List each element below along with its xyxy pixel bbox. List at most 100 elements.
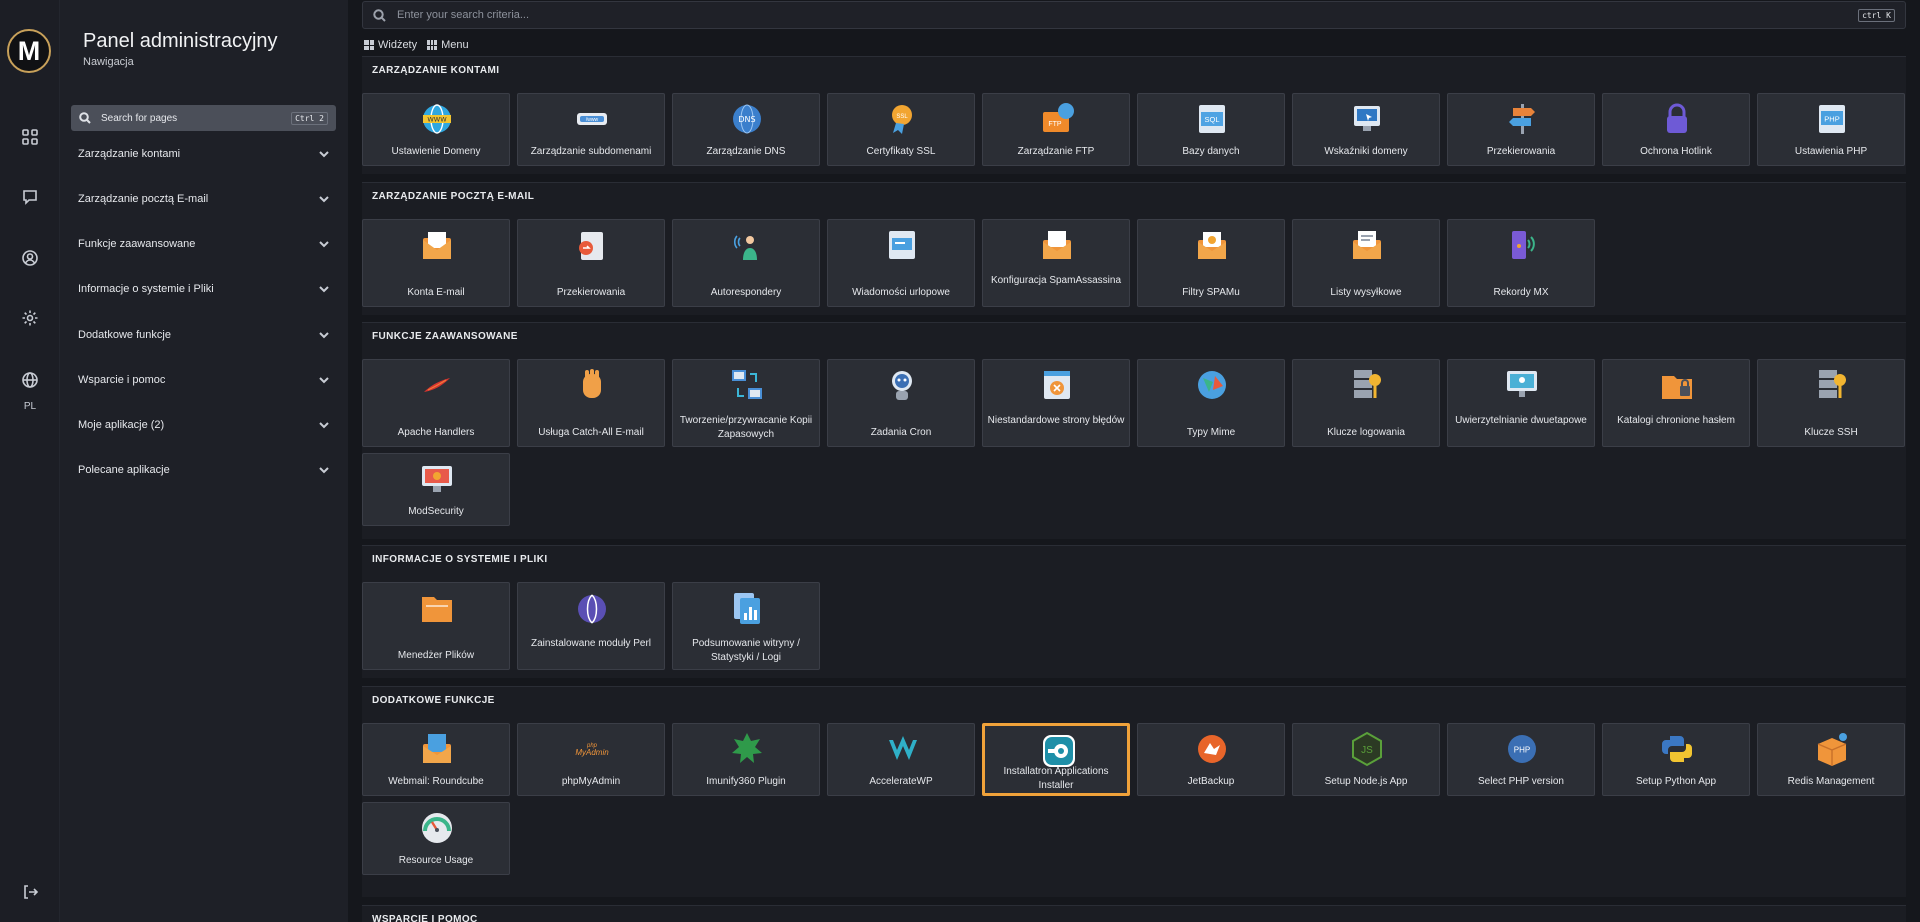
feature-tile[interactable]: Zadania Cron	[827, 359, 975, 447]
main-content: Enter your search criteria... ctrl K Wid…	[348, 0, 1920, 922]
language-globe-icon[interactable]	[18, 368, 42, 392]
feature-tile[interactable]: DNS Zarządzanie DNS	[672, 93, 820, 166]
nav-item[interactable]: Funkcje zaawansowane	[78, 233, 330, 255]
feature-tile[interactable]: Tworzenie/przywracanie Kopii Zapasowych	[672, 359, 820, 447]
feature-tile[interactable]: Imunify360 Plugin	[672, 723, 820, 796]
tile-icon	[1193, 366, 1231, 404]
feature-tile[interactable]: Setup Python App	[1602, 723, 1750, 796]
section: FUNKCJE ZAAWANSOWANE Apache Handlers Usł…	[362, 322, 1906, 539]
feature-tile[interactable]: Autorespondery	[672, 219, 820, 307]
nav-item[interactable]: Informacje o systemie i Pliki	[78, 278, 330, 300]
section-title: FUNKCJE ZAAWANSOWANE	[372, 331, 518, 342]
vacation-message-icon	[889, 231, 915, 259]
dashboard-grid-icon[interactable]	[18, 125, 42, 149]
nav-item[interactable]: Wsparcie i pomoc	[78, 369, 330, 391]
tile-label: Typy Mime	[1186, 427, 1236, 438]
feature-tile[interactable]: Wskaźniki domeny	[1292, 93, 1440, 166]
tile-icon	[1813, 730, 1851, 768]
tile-icon: SSL	[883, 100, 921, 138]
svg-text:SQL: SQL	[1204, 115, 1219, 124]
tile-label: Przekierowania	[556, 287, 626, 298]
feature-tile[interactable]: Installatron Applications Installer	[982, 723, 1130, 796]
app-logo[interactable]: M	[7, 29, 51, 73]
logout-icon[interactable]	[18, 880, 42, 904]
feature-tile[interactable]: Menedżer Plików	[362, 582, 510, 670]
feature-tile[interactable]: Niestandardowe strony błędów	[982, 359, 1130, 447]
page-search-shortcut: Ctrl 2	[291, 111, 328, 125]
tile-label: Listy wysyłkowe	[1330, 287, 1402, 298]
tile-label: Setup Python App	[1635, 776, 1717, 787]
feature-tile[interactable]: Przekierowania	[1447, 93, 1595, 166]
tile-icon	[418, 366, 456, 404]
feature-tile[interactable]: Zainstalowane moduły Perl	[517, 582, 665, 670]
svg-text:PHP: PHP	[1514, 746, 1530, 755]
file-manager-icon	[422, 597, 452, 622]
feature-tile[interactable]: Filtry SPAMu	[1137, 219, 1285, 307]
feature-tile[interactable]: PHP Select PHP version	[1447, 723, 1595, 796]
menu-toggle[interactable]: Menu	[427, 39, 469, 51]
feature-tile[interactable]: Konta E-mail	[362, 219, 510, 307]
feature-tile[interactable]: Usługa Catch-All E-mail	[517, 359, 665, 447]
feature-tile[interactable]: SQL Bazy danych	[1137, 93, 1285, 166]
section-title: INFORMACJE O SYSTEMIE I PLIKI	[372, 554, 548, 565]
tile-label: Konfiguracja SpamAssassina	[990, 275, 1122, 286]
nav-item[interactable]: Dodatkowe funkcje	[78, 324, 330, 346]
tile-label: Filtry SPAMu	[1182, 287, 1240, 298]
nav-item-label: Dodatkowe funkcje	[78, 329, 171, 341]
mail-forward-icon	[579, 232, 603, 260]
user-profile-icon[interactable]	[18, 246, 42, 270]
feature-tile[interactable]: JS Setup Node.js App	[1292, 723, 1440, 796]
feature-tile[interactable]: Katalogi chronione hasłem	[1602, 359, 1750, 447]
feature-tile[interactable]: Wiadomości urlopowe	[827, 219, 975, 307]
feature-tile[interactable]: Redis Management	[1757, 723, 1905, 796]
icon-rail: M PL	[0, 0, 60, 922]
spam-filter-icon	[1198, 232, 1226, 259]
feature-tile[interactable]: Resource Usage	[362, 802, 510, 875]
feature-tile[interactable]: Rekordy MX	[1447, 219, 1595, 307]
feature-tile[interactable]: ModSecurity	[362, 453, 510, 526]
section-title: ZARZĄDZANIE KONTAMI	[372, 65, 500, 76]
chat-bubble-icon[interactable]	[18, 185, 42, 209]
feature-tile[interactable]: JetBackup	[1137, 723, 1285, 796]
nav-item[interactable]: Zarządzanie kontami	[78, 143, 330, 165]
feature-tile[interactable]: Uwierzytelnianie dwuetapowe	[1447, 359, 1595, 447]
navigation-panel: Panel administracyjny Nawigacja Search f…	[60, 0, 348, 922]
widgets-toggle[interactable]: Widżety	[364, 39, 417, 51]
feature-tile[interactable]: Klucze logowania	[1292, 359, 1440, 447]
tile-icon	[1658, 730, 1696, 768]
feature-tile[interactable]: Konfiguracja SpamAssassina	[982, 219, 1130, 307]
chevron-down-icon	[319, 422, 329, 429]
feature-tile[interactable]: Podsumowanie witryny / Statystyki / Logi	[672, 582, 820, 670]
feature-tile[interactable]: PHP Ustawienia PHP	[1757, 93, 1905, 166]
page-search-input[interactable]: Search for pages Ctrl 2	[71, 105, 336, 131]
feature-tile[interactable]: /www Zarządzanie subdomenami	[517, 93, 665, 166]
feature-tile[interactable]: Ochrona Hotlink	[1602, 93, 1750, 166]
feature-tile[interactable]: SSL Certyfikaty SSL	[827, 93, 975, 166]
tile-label: Zarządzanie DNS	[706, 146, 786, 157]
feature-tile[interactable]: FTP Zarządzanie FTP	[982, 93, 1130, 166]
tile-icon	[573, 589, 611, 627]
nav-item[interactable]: Moje aplikacje (2)	[78, 414, 330, 436]
feature-tile[interactable]: Przekierowania	[517, 219, 665, 307]
redis-box-icon	[1817, 733, 1847, 766]
nav-item[interactable]: Polecane aplikacje	[78, 459, 330, 481]
server-key-icon	[1354, 370, 1381, 398]
settings-gear-icon[interactable]	[18, 306, 42, 330]
feature-tile[interactable]: Klucze SSH	[1757, 359, 1905, 447]
tile-icon	[728, 730, 766, 768]
tile-icon	[728, 589, 766, 627]
language-code[interactable]: PL	[0, 401, 60, 412]
tile-icon: JS	[1348, 730, 1386, 768]
feature-tile[interactable]: Listy wysyłkowe	[1292, 219, 1440, 307]
feature-tile[interactable]: Webmail: Roundcube	[362, 723, 510, 796]
nav-subtitle: Nawigacja	[83, 56, 134, 68]
global-search-input[interactable]: Enter your search criteria... ctrl K	[362, 1, 1906, 29]
feature-tile[interactable]: WWW Ustawienie Domeny	[362, 93, 510, 166]
nav-item[interactable]: Zarządzanie pocztą E-mail	[78, 188, 330, 210]
feature-tile[interactable]: Typy Mime	[1137, 359, 1285, 447]
tile-label: Menedżer Plików	[397, 650, 475, 661]
protected-folder-icon	[1662, 376, 1692, 399]
feature-tile[interactable]: Apache Handlers	[362, 359, 510, 447]
feature-tile[interactable]: AccelerateWP	[827, 723, 975, 796]
feature-tile[interactable]: php MyAdmin phpMyAdmin	[517, 723, 665, 796]
